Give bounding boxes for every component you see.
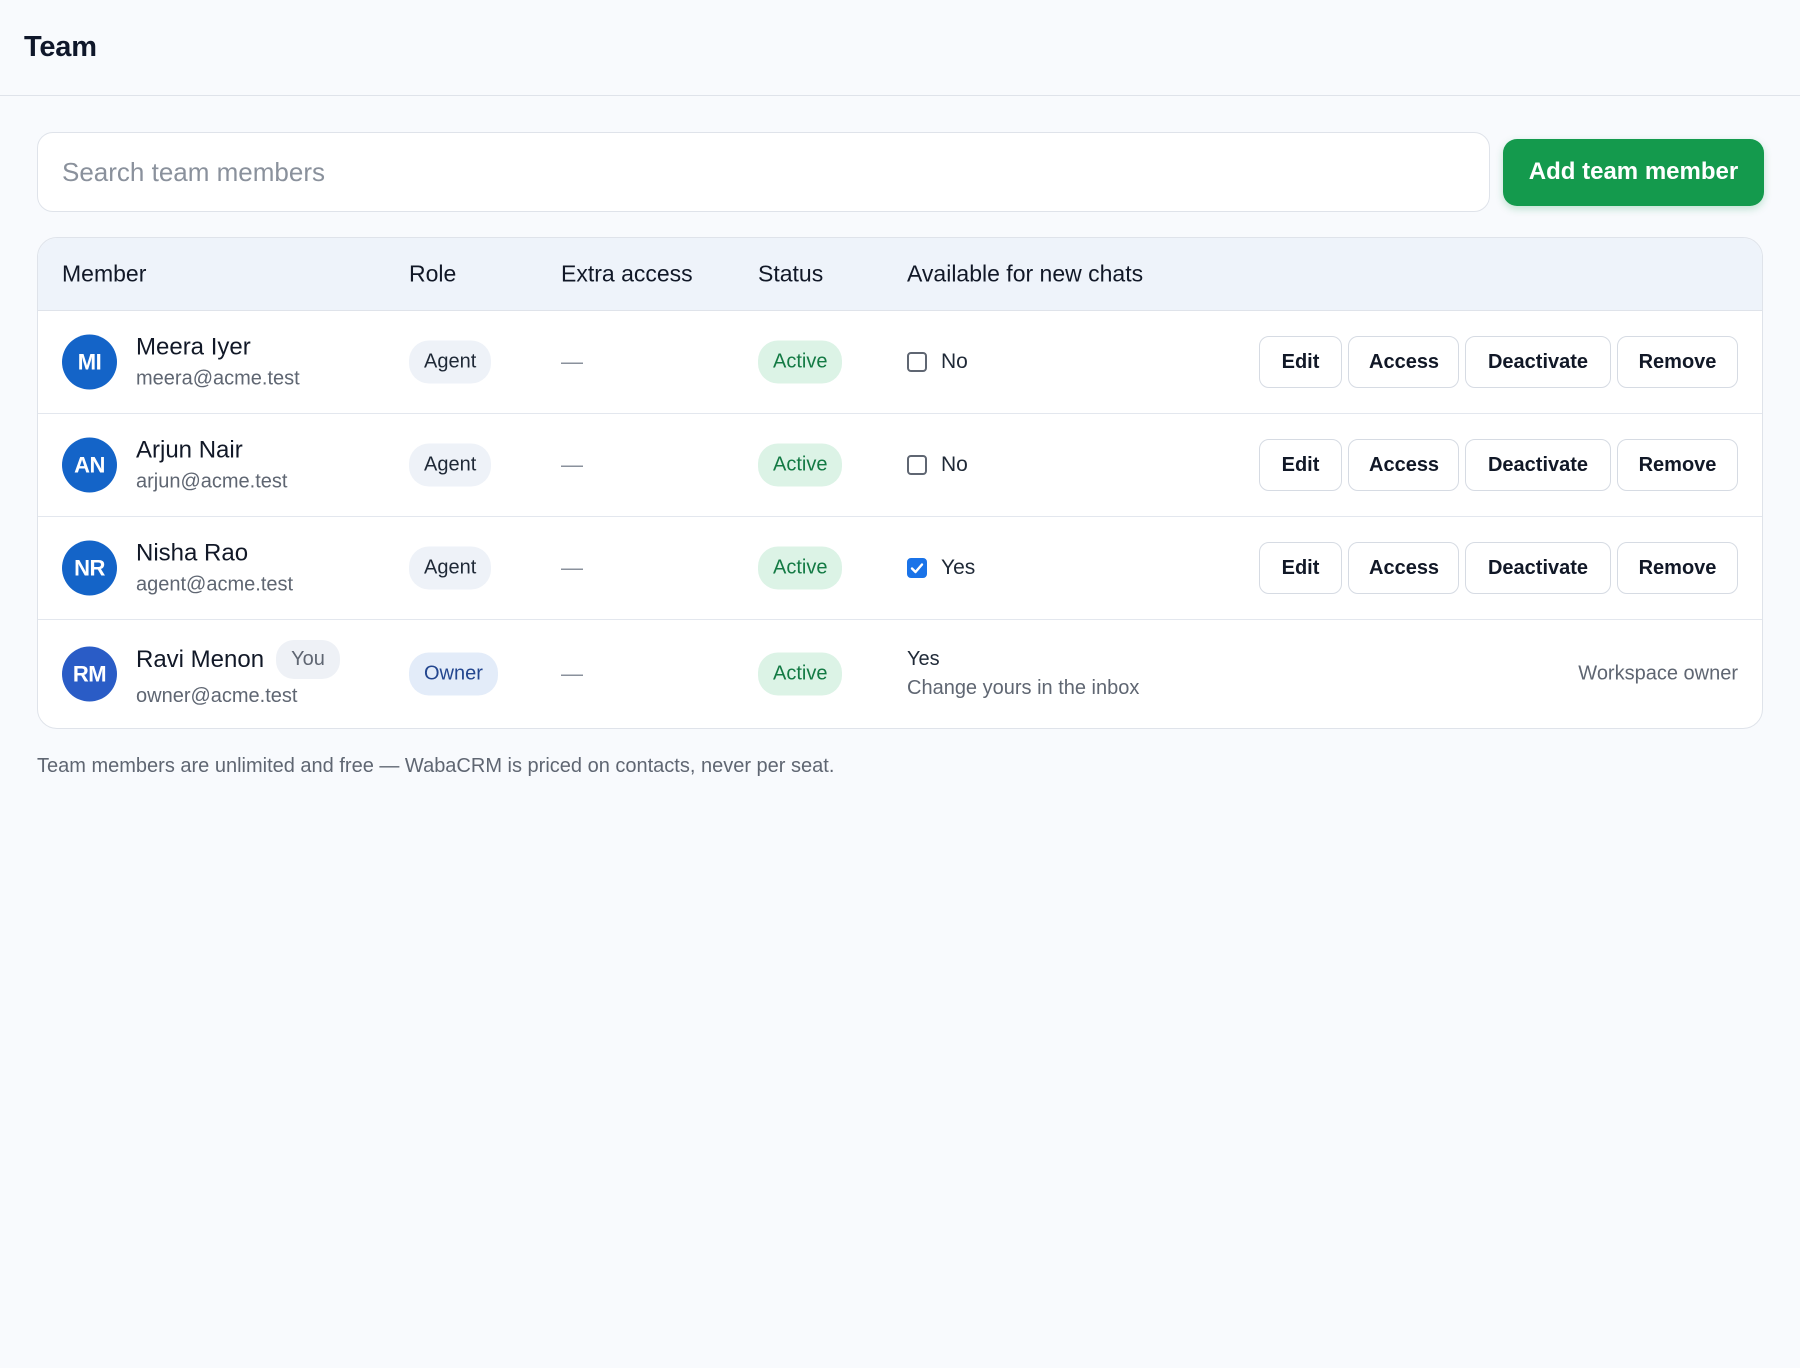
role-badge: Owner [409,652,498,696]
column-header-member: Member [62,260,147,287]
member-email: owner@acme.test [136,685,298,707]
extra-access-value: — [561,661,583,686]
checkbox-unchecked-icon[interactable] [907,455,927,475]
column-header-available: Available for new chats [907,260,1144,287]
edit-button[interactable]: Edit [1259,336,1342,388]
access-button[interactable]: Access [1348,439,1459,491]
table-row: NR Nisha Rao agent@acme.test Agent — Act… [38,517,1762,620]
member-name: Arjun Nair [136,436,243,464]
team-table: Member Role Extra access Status Availabl… [37,237,1763,729]
avatar: MI [62,334,117,390]
available-toggle[interactable]: Yes [907,556,975,580]
page-title: Team [24,31,97,63]
deactivate-button[interactable]: Deactivate [1465,542,1611,594]
you-badge: You [276,640,340,679]
member-name: Ravi Menon [136,645,265,673]
table-row: AN Arjun Nair arjun@acme.test Agent — Ac… [38,414,1762,517]
status-badge: Active [758,443,843,487]
edit-button[interactable]: Edit [1259,439,1342,491]
member-info: Arjun Nair arjun@acme.test [136,437,287,494]
column-header-role: Role [409,260,457,287]
role-badge: Agent [409,546,492,590]
footnote: Team members are unlimited and free — Wa… [37,755,835,777]
search-input[interactable] [37,132,1490,212]
member-email: arjun@acme.test [136,470,288,493]
checkbox-checked-icon[interactable] [907,558,927,578]
main-content: Add team member Member Role Extra access… [0,96,1800,778]
member-email: meera@acme.test [136,367,300,390]
extra-access-value: — [561,349,583,374]
member-info: Meera Iyer meera@acme.test [136,334,300,391]
status-badge: Active [758,340,843,384]
workspace-owner-note: Workspace owner [1578,662,1738,685]
remove-button[interactable]: Remove [1617,439,1738,491]
avatar: RM [62,646,117,702]
remove-button[interactable]: Remove [1617,336,1738,388]
table-header: Member Role Extra access Status Availabl… [38,238,1762,311]
avatar: AN [62,437,117,493]
extra-access-value: — [561,555,583,580]
column-header-status: Status [758,260,824,287]
available-label: No [941,453,968,476]
available-hint: Change yours in the inbox [907,677,1140,699]
member-info: Ravi Menon You owner@acme.test [136,640,340,708]
available-label: No [941,350,968,373]
available-info: Yes Change yours in the inbox [907,648,1139,700]
top-bar: Team [0,0,1800,96]
deactivate-button[interactable]: Deactivate [1465,439,1611,491]
role-badge: Agent [409,340,492,384]
checkbox-unchecked-icon[interactable] [907,352,927,372]
member-name: Nisha Rao [136,539,249,567]
member-info: Nisha Rao agent@acme.test [136,540,293,597]
add-team-member-button[interactable]: Add team member [1503,138,1764,206]
status-badge: Active [758,546,843,590]
remove-button[interactable]: Remove [1617,542,1738,594]
deactivate-button[interactable]: Deactivate [1465,336,1611,388]
status-badge: Active [758,652,843,696]
available-toggle[interactable]: No [907,453,968,477]
member-name: Meera Iyer [136,333,251,361]
avatar: NR [62,540,117,596]
row-actions: Edit Access Deactivate Remove [1259,542,1738,594]
role-badge: Agent [409,443,492,487]
table-row: MI Meera Iyer meera@acme.test Agent — Ac… [38,311,1762,414]
column-header-extra-access: Extra access [561,260,693,287]
extra-access-value: — [561,452,583,477]
access-button[interactable]: Access [1348,336,1459,388]
edit-button[interactable]: Edit [1259,542,1342,594]
row-actions: Edit Access Deactivate Remove [1259,439,1738,491]
available-label: Yes [941,556,976,579]
row-actions: Edit Access Deactivate Remove [1259,336,1738,388]
available-label: Yes [907,648,940,670]
available-toggle[interactable]: No [907,350,968,374]
member-email: agent@acme.test [136,573,294,596]
access-button[interactable]: Access [1348,542,1459,594]
table-row: RM Ravi Menon You owner@acme.test Owner … [38,620,1762,728]
toolbar: Add team member [37,132,1764,212]
